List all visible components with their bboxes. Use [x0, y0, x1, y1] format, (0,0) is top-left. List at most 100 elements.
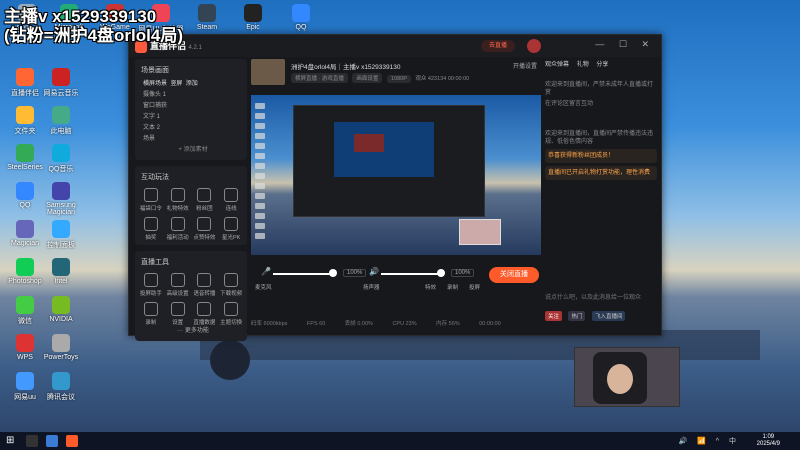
desktop-icon[interactable]: NVIDIA	[38, 296, 84, 323]
viewer-count: 观众 423134	[415, 76, 447, 82]
tab-share[interactable]: 分享	[596, 62, 608, 68]
chip[interactable]: 画面设置	[352, 73, 383, 83]
live-tool[interactable]: 主题切换	[219, 300, 243, 326]
tool-icon	[224, 273, 239, 287]
mic-knob[interactable]	[329, 269, 337, 277]
desktop-icon[interactable]: PowerToys	[38, 334, 84, 361]
tab-add[interactable]: 添加	[186, 81, 198, 87]
stream-settings-link[interactable]: 开播设置	[513, 61, 537, 70]
live-tool[interactable]: 投屏助手	[139, 271, 163, 297]
clock[interactable]: 1:09 2025/4/9	[757, 434, 780, 448]
interact-tool[interactable]: 星光PK	[219, 215, 243, 241]
more-tools-button[interactable]: ··· 更多功能	[139, 326, 243, 337]
desktop-icon[interactable]: 腾讯会议	[38, 372, 84, 402]
tool-icon	[197, 217, 212, 231]
source-item[interactable]: 文本 2	[139, 123, 243, 134]
fx-button[interactable]: 特效	[425, 283, 436, 291]
desktop-icon-label: QQ音乐	[48, 166, 74, 173]
interact-tool[interactable]: 抽奖	[139, 215, 163, 241]
tool-icon	[224, 302, 239, 316]
chat-message-highlight: 直播间已开启礼物打赏功能，理性消费	[545, 166, 657, 180]
desktop-icon-label: Samsung Magician	[46, 202, 76, 216]
desktop-icon-label: Epic	[246, 24, 260, 31]
live-tool[interactable]: 高级设置	[166, 271, 190, 297]
desktop-icon-label: 网易云音乐	[43, 90, 79, 97]
tool-label: 星光PK	[221, 235, 241, 241]
app-icon	[52, 258, 70, 276]
tab-landscape[interactable]: 横屏场景	[143, 81, 167, 87]
desktop-icon-label: Steam	[196, 24, 218, 31]
interact-tool[interactable]: 连线	[219, 186, 243, 212]
desktop-icon-label: NVIDIA	[49, 316, 73, 323]
desktop-icon-label: Intel	[54, 278, 68, 285]
screen-button[interactable]: 投屏	[469, 283, 480, 291]
badge-follow[interactable]: 关注	[545, 311, 563, 321]
desktop-icon[interactable]: Intel	[38, 258, 84, 285]
live-tool[interactable]: 语音转播	[193, 271, 217, 297]
chat-footer: 说点什么吧，以及此消息给一位观众 关注 热门 飞入直播间	[545, 292, 657, 323]
live-tool[interactable]: 直播数据	[193, 300, 217, 326]
interact-card: 互动玩法 福袋口令 礼物特效 粉丝团 连线 抽奖 福利活动 点赞特效 星光PK	[135, 166, 247, 245]
live-tool[interactable]: 录制	[139, 300, 163, 326]
desktop-icon[interactable]: 控制面板	[38, 220, 84, 250]
desktop-icon[interactable]: 网易云音乐	[38, 68, 84, 98]
avatar[interactable]	[527, 39, 541, 53]
speaker-knob[interactable]	[437, 269, 445, 277]
live-tool[interactable]: 设置	[166, 300, 190, 326]
tool-icon	[170, 188, 185, 202]
tool-label: 投屏助手	[139, 291, 162, 297]
source-item[interactable]: 窗口捕获	[139, 101, 243, 112]
speaker-icon[interactable]: 🔊	[369, 267, 379, 276]
interact-tool[interactable]: 点赞特效	[193, 215, 217, 241]
app-icon	[244, 4, 262, 22]
live-companion-taskbar-icon[interactable]	[66, 435, 78, 447]
source-item[interactable]: 文字 1	[139, 112, 243, 123]
start-icon[interactable]: ⊞	[6, 435, 18, 447]
source-item[interactable]: 摄像头 1	[139, 90, 243, 101]
desktop-icon[interactable]: Samsung Magician	[38, 182, 84, 216]
stream-chips: 横屏直播 · 游戏直播 画面设置 1080P 观众 423134 00:00:0…	[291, 73, 469, 83]
interact-tool[interactable]: 粉丝团	[193, 186, 217, 212]
mic-percent[interactable]: 100%	[343, 269, 367, 277]
desktop-icon[interactable]: Steam	[184, 4, 230, 31]
tab-gifts[interactable]: 礼物	[577, 62, 589, 68]
chip[interactable]: 横屏直播 · 游戏直播	[291, 73, 348, 83]
titlebar: 直播伴侣 4.2.1 去直播 — ☐ ✕	[129, 35, 661, 57]
live-tool[interactable]: 下载视频	[219, 271, 243, 297]
tool-label: 粉丝团	[196, 206, 213, 212]
tab-portrait[interactable]: 竖屏	[170, 81, 182, 87]
stream-cover[interactable]	[251, 59, 285, 85]
desktop-icon[interactable]: 此电脑	[38, 106, 84, 136]
search-icon[interactable]	[26, 435, 38, 447]
stop-live-button[interactable]: 关闭直播	[489, 267, 539, 283]
scene-tabs[interactable]: 横屏场景 竖屏 添加	[139, 79, 243, 90]
record-button[interactable]: 录制	[447, 283, 458, 291]
stream-title[interactable]: 洲护4盘orlol4局｜主播v x1529339130	[291, 61, 400, 71]
chat-message: 在评论区留言互动	[545, 101, 594, 107]
go-live-button[interactable]: 去直播	[481, 40, 515, 52]
tool-icon	[170, 217, 185, 231]
app-icon	[16, 334, 34, 352]
desktop-icon[interactable]: QQ	[278, 4, 324, 31]
add-source-button[interactable]: + 添加素材	[139, 145, 243, 156]
source-item[interactable]: 场景	[139, 134, 243, 145]
mic-slider[interactable]	[273, 273, 333, 275]
tab-danmaku[interactable]: 观众弹幕	[545, 62, 569, 68]
desktop-icon[interactable]: Epic	[230, 4, 276, 31]
browser-taskbar-icon[interactable]	[46, 435, 58, 447]
badge-hot[interactable]: 热门	[568, 311, 586, 321]
speaker-slider[interactable]	[381, 273, 441, 275]
system-tray[interactable]: 🔊 📶 ^ 中	[678, 436, 740, 446]
badge-enter[interactable]: 飞入直播间	[591, 311, 626, 321]
tool-label: 录制	[145, 320, 157, 326]
desktop-icon[interactable]: QQ音乐	[38, 144, 84, 174]
chat-input[interactable]: 说点什么吧，以及此消息给一位观众	[545, 292, 657, 301]
interact-tool[interactable]: 福袋口令	[139, 186, 163, 212]
desktop-icon-label: 控制面板	[47, 242, 75, 249]
chip[interactable]: 1080P	[386, 75, 411, 83]
interact-tool[interactable]: 礼物特效	[166, 186, 190, 212]
speaker-percent[interactable]: 100%	[451, 269, 475, 277]
mic-icon[interactable]: 🎤	[261, 267, 271, 276]
window-controls[interactable]: — ☐ ✕	[595, 39, 655, 50]
interact-tool[interactable]: 福利活动	[166, 215, 190, 241]
